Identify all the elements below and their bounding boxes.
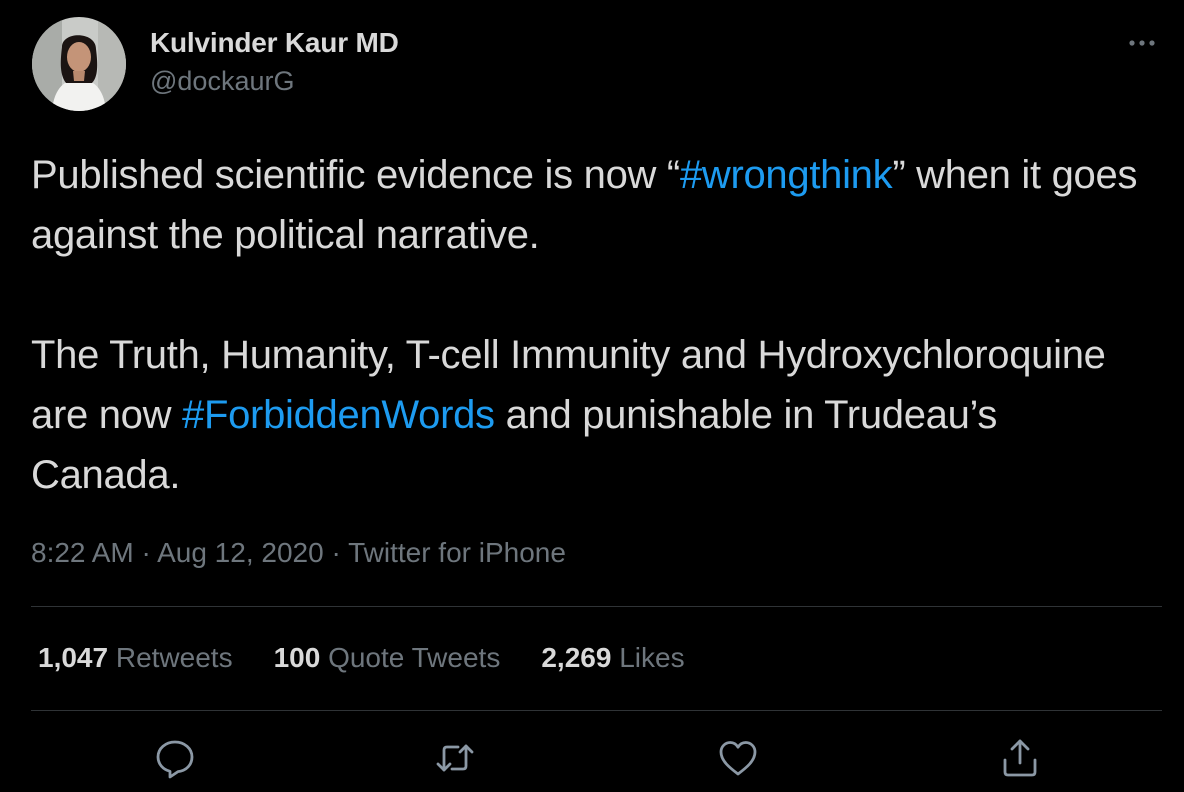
author-handle[interactable]: @dockaurG — [150, 66, 294, 97]
heart-icon — [719, 741, 757, 776]
tweet-date[interactable]: Aug 12, 2020 — [157, 537, 324, 568]
retweets-stat[interactable]: 1,047 Retweets — [38, 642, 233, 674]
author-name[interactable]: Kulvinder Kaur MD — [150, 27, 399, 59]
tweet-paragraph-1: Published scientific evidence is now “#w… — [31, 145, 1151, 265]
quote-tweets-stat[interactable]: 100 Quote Tweets — [274, 642, 501, 674]
divider — [31, 606, 1162, 607]
share-upload-icon — [1003, 739, 1037, 777]
likes-stat[interactable]: 2,269 Likes — [541, 642, 684, 674]
more-dots-icon — [1129, 40, 1155, 46]
tweet-source[interactable]: Twitter for iPhone — [348, 537, 566, 568]
tweet-time[interactable]: 8:22 AM — [31, 537, 134, 568]
likes-count: 2,269 — [541, 642, 612, 673]
more-options-button[interactable] — [1118, 30, 1166, 56]
meta-separator: · — [323, 537, 349, 568]
retweet-arrows-icon — [436, 744, 474, 772]
likes-label: Likes — [619, 642, 685, 673]
quote-tweets-count: 100 — [273, 642, 321, 673]
retweet-button[interactable] — [433, 736, 477, 780]
retweets-count: 1,047 — [38, 642, 109, 673]
meta-separator: · — [133, 537, 158, 568]
reply-button[interactable] — [153, 736, 197, 780]
author-avatar[interactable] — [32, 17, 126, 111]
avatar-photo — [32, 17, 126, 111]
reply-bubble-icon — [156, 740, 194, 779]
tweet-paragraph-2: The Truth, Humanity, T-cell Immunity and… — [31, 325, 1151, 505]
tweet-text-span: Published scientific evidence is now “ — [31, 153, 680, 197]
like-button[interactable] — [716, 736, 760, 780]
divider — [31, 710, 1162, 711]
quote-tweets-label: Quote Tweets — [328, 642, 501, 673]
share-button[interactable] — [998, 736, 1042, 780]
retweets-label: Retweets — [115, 642, 233, 673]
hashtag-link-forbiddenwords[interactable]: #ForbiddenWords — [182, 393, 495, 437]
engagement-stats: 1,047 Retweets 100 Quote Tweets 2,269 Li… — [38, 642, 726, 674]
hashtag-link-wrongthink[interactable]: #wrongthink — [680, 153, 893, 197]
tweet-text: Published scientific evidence is now “#w… — [31, 145, 1151, 505]
tweet-meta: 8:22 AM · Aug 12, 2020 · Twitter for iPh… — [31, 537, 566, 569]
